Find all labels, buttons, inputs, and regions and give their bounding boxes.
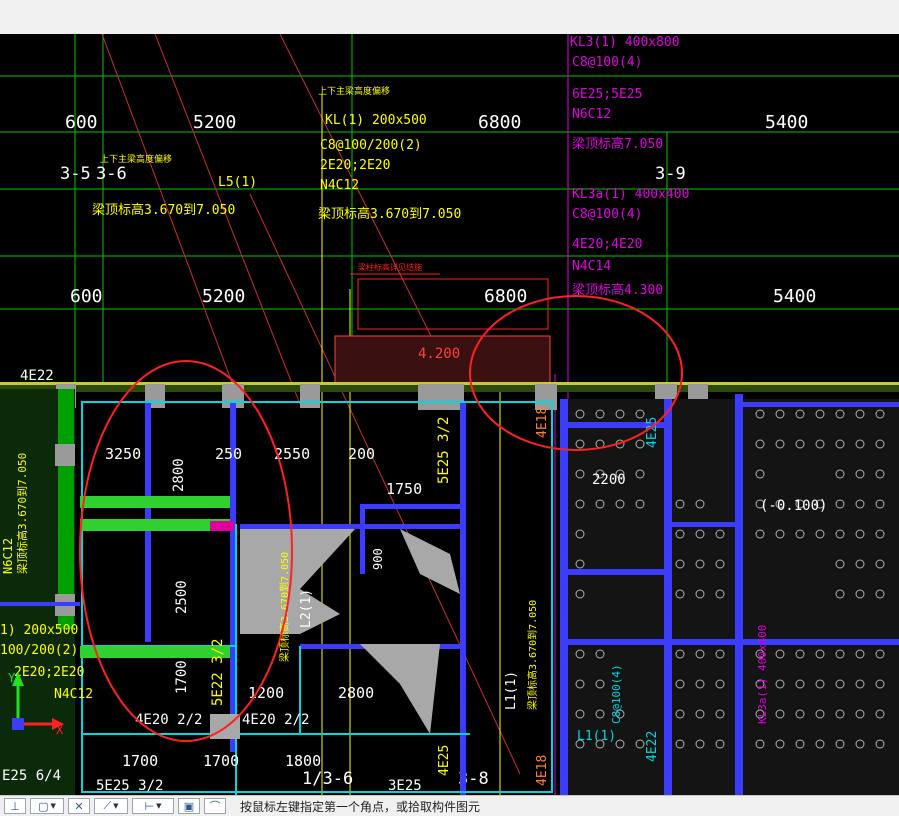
- dim-lower-4: 5400: [773, 286, 816, 307]
- plan-dim-14: 1800: [285, 752, 321, 770]
- top-toolbar-area: [0, 0, 899, 34]
- rebar-label-6: 4E18: [535, 407, 550, 438]
- rebar-label-8: 4E18: [535, 755, 550, 786]
- vertical-note-3: 梁顶标高3.670到7.050: [526, 600, 539, 710]
- plan-dim-11: 2800: [338, 684, 374, 702]
- beam-right2-rotated-name: KL3a(1) 400x400: [756, 625, 769, 724]
- rebar-label-4: 5E22 3/2: [210, 639, 226, 706]
- dim-lower-3: 6800: [484, 286, 527, 307]
- rebar-label-9: 4E22: [645, 731, 660, 762]
- beam-label-3: L1(1): [577, 729, 616, 744]
- layer-tool-icon[interactable]: ▣: [178, 798, 200, 814]
- beam-right2-stirrup: C8@100(4): [572, 207, 642, 222]
- axis-label-4: 1/3-6: [302, 769, 353, 789]
- rebar-label-1: 4E22: [20, 368, 54, 384]
- plan-dim-13: 1700: [203, 752, 239, 770]
- dim-upper-2: 5200: [193, 112, 236, 133]
- status-bar: ⊥ ▢ ▼ ✕ ⟋ ▼ ⊢ ▼ ▣ ⌒ 按鼠标左键指定第一个角点，或拾取构件图元: [0, 795, 899, 816]
- rebar-label-5: 5E25 3/2: [436, 417, 452, 484]
- beam-left-name: L5(1): [218, 175, 257, 190]
- cad-svg: 600 5200 6800 5400 600 5200 6800 5400 3-…: [0, 34, 899, 795]
- dim-lower-2: 5200: [202, 286, 245, 307]
- beam-left-tag: 上下主梁高度偏移: [100, 153, 172, 165]
- plan-dim-9: 900: [371, 548, 385, 570]
- beam-right-stirrup: C8@100(4): [572, 55, 642, 70]
- beam-mid-top-rebar: 2E20;2E20: [320, 158, 390, 173]
- rect-select-tool-icon[interactable]: ▢ ▼: [30, 798, 64, 814]
- polyline-tool-icon[interactable]: ⊢ ▼: [132, 798, 174, 814]
- svg-text:Y: Y: [8, 671, 16, 685]
- vertical-note-2: 梁顶标高3.670到7.050: [278, 552, 291, 662]
- beam-right2-rebar: 4E20;4E20: [572, 237, 642, 252]
- beam-mid-elev: 梁顶标高3.670到7.050: [318, 206, 461, 222]
- beam-mid-stirrup: C8@100/200(2): [320, 138, 422, 153]
- axis-label-3: 3-9: [655, 164, 686, 184]
- status-hint-text: 按鼠标左键指定第一个角点，或拾取构件图元: [240, 799, 481, 814]
- plan-dim-8: 1700: [174, 660, 190, 694]
- plan-dim-2: 250: [215, 445, 242, 463]
- left-beam-info-1: 1) 200x500: [0, 623, 78, 638]
- beam-right-name: KL3(1) 400x800: [570, 35, 680, 50]
- slab-elev: 4.200: [418, 346, 460, 362]
- beam-mid-name: KL(1) 200x500: [325, 113, 427, 128]
- beam-right-rotated-stirrup: C8@100(4): [610, 664, 623, 724]
- beam-right-elev: 梁顶标高7.050: [572, 136, 663, 152]
- axis-label-1: 3-5: [60, 164, 91, 184]
- plan-dim-4: 200: [348, 445, 375, 463]
- intersect-tool-icon[interactable]: ⊥: [4, 798, 26, 814]
- cad-drawing-canvas[interactable]: 600 5200 6800 5400 600 5200 6800 5400 3-…: [0, 34, 899, 795]
- axis-label-2: 3-6: [96, 164, 127, 184]
- plan-dim-5: 1750: [386, 480, 422, 498]
- dim-upper-1: 600: [65, 112, 98, 133]
- slab-elev-right: (-0.100): [760, 498, 827, 514]
- line-tool-icon[interactable]: ⟋ ▼: [94, 798, 128, 814]
- rebar-label-13: E25 6/4: [2, 768, 61, 784]
- beam-left-elev: 梁顶标高3.670到7.050: [92, 202, 235, 218]
- rebar-label-3: 4E20 2/2: [242, 712, 309, 728]
- beam-right2-name: KL3a(1) 400x400: [572, 187, 689, 202]
- rebar-label-11: 5E25 3/2: [96, 778, 163, 794]
- plan-dim-6: 2800: [171, 458, 187, 492]
- left-beam-info-4: N4C12: [54, 687, 93, 702]
- left-beam-info-2: 100/200(2): [0, 643, 78, 658]
- beam-mid-side-rebar: N4C12: [320, 178, 359, 193]
- plan-dim-1: 3250: [105, 445, 141, 463]
- rebar-label-7: 4E25: [437, 745, 452, 776]
- plan-dim-7: 2500: [174, 580, 190, 614]
- plan-dim-15: 2200: [592, 472, 626, 488]
- plan-dim-12: 1700: [122, 752, 158, 770]
- dim-upper-4: 5400: [765, 112, 808, 133]
- beam-label-1: L2(1): [299, 589, 314, 628]
- left-beam-info-5: N6C12: [1, 538, 15, 574]
- note-box-text: 梁柱标高详见结施: [358, 262, 422, 272]
- dim-upper-3: 6800: [478, 112, 521, 133]
- dim-lower-1: 600: [70, 286, 103, 307]
- svg-text:X: X: [56, 723, 64, 737]
- beam-label-2: L1(1): [504, 671, 519, 710]
- beam-mid-tag: 上下主梁高度偏移: [318, 85, 390, 97]
- vertical-note-1: 梁顶标高3.670到7.050: [15, 453, 29, 574]
- beam-right2-side-rebar: N4C14: [572, 259, 611, 274]
- cross-select-tool-icon[interactable]: ✕: [68, 798, 90, 814]
- beam-right-rebar: 6E25;5E25: [572, 87, 642, 102]
- curve-tool-icon[interactable]: ⌒: [204, 798, 226, 814]
- beam-right-side-rebar: N6C12: [572, 107, 611, 122]
- left-beam-info-3: 2E20;2E20: [14, 665, 84, 680]
- rebar-label-12: 3E25: [388, 778, 422, 794]
